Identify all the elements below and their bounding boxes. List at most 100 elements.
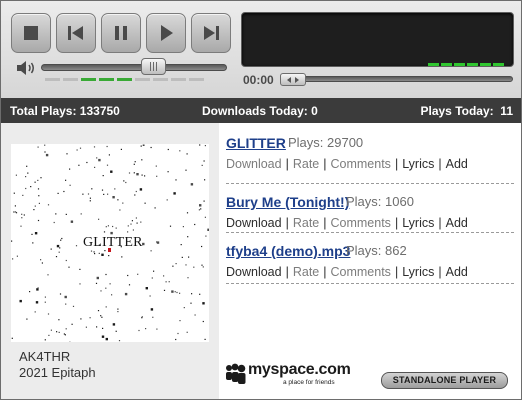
cover-speckle — [100, 315, 102, 317]
cover-speckle — [11, 337, 13, 339]
cover-speckle — [79, 147, 82, 149]
cover-speckle — [36, 288, 39, 291]
cover-speckle — [78, 164, 80, 166]
add-link[interactable]: Add — [446, 216, 468, 230]
rate-link[interactable]: Rate — [293, 265, 319, 279]
cover-speckle — [150, 250, 152, 252]
player-controls: 00:00 — [1, 1, 521, 98]
cover-speckle — [57, 192, 59, 194]
cover-speckle — [79, 283, 81, 285]
track-title[interactable]: tfyba4 (demo).mp3 — [226, 243, 350, 259]
cover-speckle — [105, 337, 108, 341]
play-button[interactable] — [146, 13, 186, 53]
cover-speckle — [21, 213, 23, 215]
track-title[interactable]: Bury Me (Tonight!) — [226, 194, 349, 210]
cover-speckle — [153, 270, 155, 272]
cover-speckle — [175, 263, 177, 265]
cover-speckle — [165, 281, 167, 283]
lyrics-link[interactable]: Lyrics — [402, 216, 434, 230]
comments-link[interactable]: Comments — [331, 157, 391, 171]
cover-speckle — [179, 292, 181, 294]
cover-speckle — [12, 258, 14, 260]
cover-speckle — [127, 274, 129, 277]
volume-level-segment — [153, 78, 168, 81]
cover-speckle — [115, 227, 117, 229]
cover-speckle — [21, 217, 23, 219]
cover-speckle — [207, 228, 209, 231]
cover-speckle — [128, 172, 131, 174]
cover-speckle — [107, 225, 109, 227]
previous-button[interactable] — [56, 13, 96, 53]
cover-speckle — [124, 292, 128, 296]
add-link[interactable]: Add — [446, 157, 468, 171]
rate-link[interactable]: Rate — [293, 157, 319, 171]
cover-speckle — [121, 256, 123, 258]
cover-speckle — [179, 320, 181, 322]
cover-speckle — [141, 159, 143, 161]
cover-speckle — [56, 331, 58, 333]
add-link[interactable]: Add — [446, 265, 468, 279]
separator: | — [323, 265, 327, 279]
cover-speckle — [82, 193, 84, 195]
cover-speckle — [40, 259, 42, 261]
lyrics-link[interactable]: Lyrics — [402, 157, 434, 171]
volume-level-segment — [63, 78, 78, 81]
pause-button[interactable] — [101, 13, 141, 53]
download-link[interactable]: Download — [226, 265, 282, 279]
cover-speckle — [183, 307, 185, 309]
cover-speckle — [37, 179, 39, 181]
cover-speckle — [149, 295, 151, 297]
equalizer-bar — [493, 63, 504, 66]
standalone-player-button[interactable]: STANDALONE PLAYER — [381, 372, 508, 389]
stop-button[interactable] — [11, 13, 51, 53]
comments-link[interactable]: Comments — [331, 265, 391, 279]
cover-speckle — [14, 211, 17, 213]
cover-speckle — [80, 213, 82, 215]
cover-speckle — [202, 320, 204, 323]
cover-speckle — [70, 220, 74, 223]
cover-speckle — [30, 186, 32, 188]
cover-speckle — [25, 187, 27, 190]
elapsed-time: 00:00 — [243, 73, 274, 87]
seek-bar-handle[interactable] — [280, 73, 306, 86]
track-title[interactable]: GLITTER — [226, 135, 286, 151]
volume-slider-handle[interactable] — [141, 58, 166, 75]
separator: | — [323, 216, 327, 230]
cover-speckle — [199, 293, 201, 295]
myspace-logo[interactable]: myspace.com a place for friends — [224, 361, 372, 389]
cover-speckle — [71, 323, 73, 325]
rate-link[interactable]: Rate — [293, 216, 319, 230]
cover-speckle — [127, 225, 129, 227]
cover-speckle — [133, 163, 135, 165]
cover-speckle — [112, 225, 114, 228]
cover-speckle — [102, 175, 104, 177]
cover-speckle — [152, 316, 154, 318]
cover-speckle — [26, 318, 28, 320]
cover-speckle — [175, 338, 177, 341]
seek-bar[interactable] — [281, 76, 513, 82]
volume-slider[interactable] — [41, 64, 227, 71]
cover-speckle — [64, 334, 66, 336]
cover-speckle — [107, 193, 109, 195]
cover-speckle — [150, 146, 152, 149]
cover-speckle — [26, 165, 28, 167]
equalizer-bar — [428, 63, 439, 66]
track-display — [241, 12, 514, 67]
cover-speckle — [101, 335, 105, 338]
cover-speckle — [34, 232, 38, 235]
cover-speckle — [37, 146, 39, 148]
next-icon — [204, 26, 219, 40]
lyrics-link[interactable]: Lyrics — [402, 265, 434, 279]
cover-speckle — [111, 294, 113, 296]
next-button[interactable] — [191, 13, 231, 53]
cover-speckle — [199, 144, 201, 146]
cover-speckle — [100, 290, 102, 292]
download-link[interactable]: Download — [226, 157, 282, 171]
speaker-icon[interactable] — [15, 59, 37, 77]
volume-level-segment — [117, 78, 132, 81]
cover-speckle — [59, 293, 62, 295]
cover-speckle — [34, 181, 36, 183]
cover-speckle — [95, 282, 98, 284]
comments-link[interactable]: Comments — [331, 216, 391, 230]
download-link[interactable]: Download — [226, 216, 282, 230]
